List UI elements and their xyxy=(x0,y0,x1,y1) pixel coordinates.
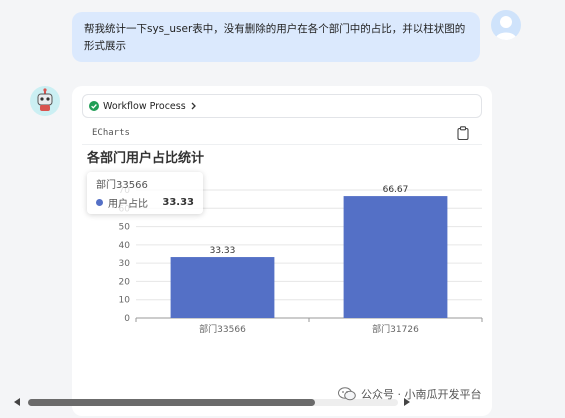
user-message-line-1: 帮我统计一下sys_user表中，没有删除的用户在各个部门中的占比，并以柱状图的 xyxy=(84,23,466,35)
tooltip-series-name: 用户占比 xyxy=(108,199,148,210)
y-tick-label: 20 xyxy=(119,277,131,287)
tooltip-category: 部门33566 xyxy=(96,180,148,191)
watermark: 公众号 · 小南瓜开发平台 xyxy=(338,386,482,402)
chart-tooltip: 部门33566 用户占比 33.33 xyxy=(87,172,203,214)
user-message-line-2: 形式展示 xyxy=(84,40,126,52)
scrollbar-thumb[interactable] xyxy=(28,399,315,406)
y-tick-label: 30 xyxy=(119,259,131,269)
scroll-left-arrow-icon[interactable] xyxy=(14,398,20,406)
watermark-text: 公众号 · 小南瓜开发平台 xyxy=(361,388,482,401)
y-tick-label: 50 xyxy=(119,223,131,233)
tooltip-value: 33.33 xyxy=(162,197,194,208)
y-tick-label: 10 xyxy=(119,296,131,306)
bot-avatar xyxy=(30,86,60,116)
user-avatar xyxy=(491,10,521,40)
x-tick-label: 部门31726 xyxy=(372,323,419,335)
assistant-response-card: Workflow Process ECharts 各部门用户占比统计 0 10 20… xyxy=(72,86,492,416)
user-message-bubble: 帮我统计一下sys_user表中，没有删除的用户在各个部门中的占比，并以柱状图的… xyxy=(72,12,480,62)
bar-chart: 01020304050607033.33部门3356666.67部门31726 xyxy=(119,185,483,335)
y-tick-label: 0 xyxy=(124,314,130,324)
user-silhouette-icon xyxy=(495,16,517,40)
bar xyxy=(343,196,448,318)
x-tick-label: 部门33566 xyxy=(199,323,246,335)
bar-data-label: 66.67 xyxy=(383,185,409,195)
bar-data-label: 33.33 xyxy=(210,246,236,256)
tooltip-series-dot xyxy=(96,199,103,206)
bar xyxy=(170,257,275,318)
wechat-icon xyxy=(338,387,356,401)
robot-icon xyxy=(37,88,53,111)
y-tick-label: 40 xyxy=(119,241,131,251)
